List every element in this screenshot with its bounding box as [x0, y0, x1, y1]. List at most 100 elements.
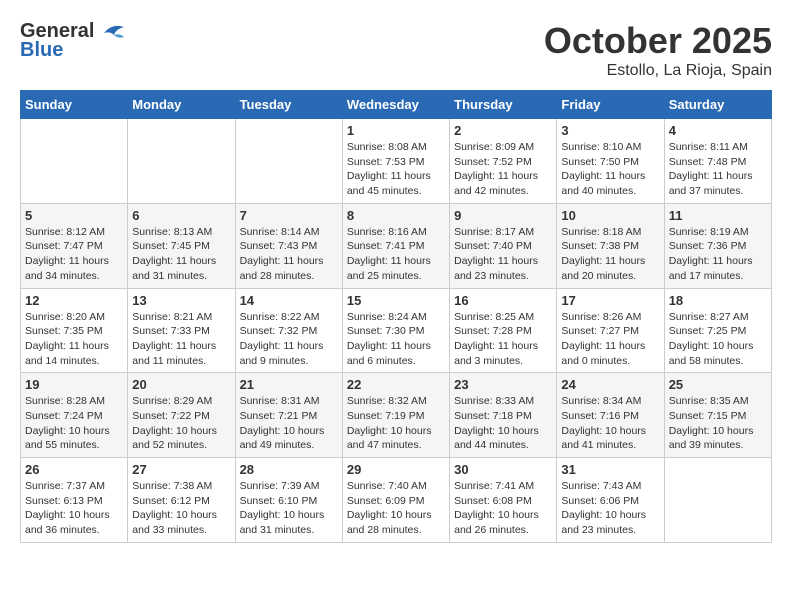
day-number: 8 — [347, 208, 445, 223]
day-number: 9 — [454, 208, 552, 223]
weekday-header-row: SundayMondayTuesdayWednesdayThursdayFrid… — [21, 91, 772, 119]
day-number: 25 — [669, 377, 767, 392]
calendar-cell: 17Sunrise: 8:26 AM Sunset: 7:27 PM Dayli… — [557, 288, 664, 373]
calendar-cell: 18 Sunrise: 8:27 AM Sunset: 7:25 PM Dayli… — [664, 288, 771, 373]
calendar-cell: 11 Sunrise: 8:19 AM Sunset: 7:36 PM Dayli… — [664, 203, 771, 288]
day-number: 31 — [561, 462, 659, 477]
day-number: 24 — [561, 377, 659, 392]
day-info: Sunrise: 8:21 AM Sunset: 7:33 PM Dayligh… — [132, 310, 230, 369]
calendar-week-row: 12 Sunrise: 8:20 AM Sunset: 7:35 PM Dayli… — [21, 288, 772, 373]
calendar-cell: 9 Sunrise: 8:17 AM Sunset: 7:40 PM Daylig… — [450, 203, 557, 288]
calendar-cell: 31 Sunrise: 7:43 AM Sunset: 6:06 PM Dayli… — [557, 458, 664, 543]
day-number: 28 — [240, 462, 338, 477]
day-number: 6 — [132, 208, 230, 223]
day-info: Sunrise: 8:24 AM Sunset: 7:30 PM Dayligh… — [347, 310, 445, 369]
calendar-cell: 22 Sunrise: 8:32 AM Sunset: 7:19 PM Dayli… — [342, 373, 449, 458]
calendar-cell: 27Sunrise: 7:38 AM Sunset: 6:12 PM Dayli… — [128, 458, 235, 543]
day-number: 7 — [240, 208, 338, 223]
day-info: Sunrise: 7:37 AM Sunset: 6:13 PM Dayligh… — [25, 479, 123, 538]
day-number: 26 — [25, 462, 123, 477]
calendar-week-row: 19 Sunrise: 8:28 AM Sunset: 7:24 PM Dayli… — [21, 373, 772, 458]
day-info: Sunrise: 8:09 AM Sunset: 7:52 PM Dayligh… — [454, 140, 552, 199]
weekday-header: Monday — [128, 91, 235, 119]
day-info: Sunrise: 8:18 AM Sunset: 7:38 PM Dayligh… — [561, 225, 659, 284]
day-info: Sunrise: 8:11 AM Sunset: 7:48 PM Dayligh… — [669, 140, 767, 199]
day-info: Sunrise: 8:32 AM Sunset: 7:19 PM Dayligh… — [347, 394, 445, 453]
weekday-header: Wednesday — [342, 91, 449, 119]
weekday-header: Sunday — [21, 91, 128, 119]
day-info: Sunrise: 8:35 AM Sunset: 7:15 PM Dayligh… — [669, 394, 767, 453]
logo: General Blue — [20, 20, 128, 62]
weekday-header: Thursday — [450, 91, 557, 119]
logo-blue-text: Blue — [20, 39, 63, 62]
calendar-cell: 4 Sunrise: 8:11 AM Sunset: 7:48 PM Daylig… — [664, 119, 771, 204]
calendar-cell: 5 Sunrise: 8:12 AM Sunset: 7:47 PM Daylig… — [21, 203, 128, 288]
calendar-table: SundayMondayTuesdayWednesdayThursdayFrid… — [20, 90, 772, 543]
day-info: Sunrise: 8:34 AM Sunset: 7:16 PM Dayligh… — [561, 394, 659, 453]
day-info: Sunrise: 8:25 AM Sunset: 7:28 PM Dayligh… — [454, 310, 552, 369]
calendar-cell — [664, 458, 771, 543]
day-info: Sunrise: 8:14 AM Sunset: 7:43 PM Dayligh… — [240, 225, 338, 284]
day-number: 14 — [240, 293, 338, 308]
title-block: October 2025 Estollo, La Rioja, Spain — [544, 20, 772, 80]
day-info: Sunrise: 8:19 AM Sunset: 7:36 PM Dayligh… — [669, 225, 767, 284]
day-info: Sunrise: 8:17 AM Sunset: 7:40 PM Dayligh… — [454, 225, 552, 284]
day-info: Sunrise: 7:43 AM Sunset: 6:06 PM Dayligh… — [561, 479, 659, 538]
day-info: Sunrise: 8:13 AM Sunset: 7:45 PM Dayligh… — [132, 225, 230, 284]
day-info: Sunrise: 8:10 AM Sunset: 7:50 PM Dayligh… — [561, 140, 659, 199]
calendar-cell: 19 Sunrise: 8:28 AM Sunset: 7:24 PM Dayli… — [21, 373, 128, 458]
day-info: Sunrise: 8:28 AM Sunset: 7:24 PM Dayligh… — [25, 394, 123, 453]
day-number: 27 — [132, 462, 230, 477]
calendar-cell: 30Sunrise: 7:41 AM Sunset: 6:08 PM Dayli… — [450, 458, 557, 543]
calendar-cell: 16Sunrise: 8:25 AM Sunset: 7:28 PM Dayli… — [450, 288, 557, 373]
day-number: 15 — [347, 293, 445, 308]
calendar-cell — [21, 119, 128, 204]
day-info: Sunrise: 8:08 AM Sunset: 7:53 PM Dayligh… — [347, 140, 445, 199]
calendar-cell: 23 Sunrise: 8:33 AM Sunset: 7:18 PM Dayli… — [450, 373, 557, 458]
calendar-cell: 20Sunrise: 8:29 AM Sunset: 7:22 PM Dayli… — [128, 373, 235, 458]
calendar-cell: 6 Sunrise: 8:13 AM Sunset: 7:45 PM Daylig… — [128, 203, 235, 288]
day-number: 22 — [347, 377, 445, 392]
calendar-cell: 10Sunrise: 8:18 AM Sunset: 7:38 PM Dayli… — [557, 203, 664, 288]
day-number: 30 — [454, 462, 552, 477]
calendar-cell: 21Sunrise: 8:31 AM Sunset: 7:21 PM Dayli… — [235, 373, 342, 458]
calendar-cell — [235, 119, 342, 204]
day-number: 12 — [25, 293, 123, 308]
day-info: Sunrise: 8:29 AM Sunset: 7:22 PM Dayligh… — [132, 394, 230, 453]
page-header: General Blue October 2025 Estollo, La Ri… — [20, 20, 772, 80]
calendar-cell: 12 Sunrise: 8:20 AM Sunset: 7:35 PM Dayli… — [21, 288, 128, 373]
month-title: October 2025 — [544, 20, 772, 62]
day-info: Sunrise: 8:20 AM Sunset: 7:35 PM Dayligh… — [25, 310, 123, 369]
day-number: 19 — [25, 377, 123, 392]
day-number: 29 — [347, 462, 445, 477]
calendar-cell — [128, 119, 235, 204]
day-info: Sunrise: 8:27 AM Sunset: 7:25 PM Dayligh… — [669, 310, 767, 369]
day-number: 23 — [454, 377, 552, 392]
day-info: Sunrise: 7:40 AM Sunset: 6:09 PM Dayligh… — [347, 479, 445, 538]
calendar-cell: 1 Sunrise: 8:08 AM Sunset: 7:53 PM Daylig… — [342, 119, 449, 204]
day-number: 1 — [347, 123, 445, 138]
day-info: Sunrise: 8:26 AM Sunset: 7:27 PM Dayligh… — [561, 310, 659, 369]
day-number: 4 — [669, 123, 767, 138]
calendar-week-row: 1 Sunrise: 8:08 AM Sunset: 7:53 PM Daylig… — [21, 119, 772, 204]
weekday-header: Friday — [557, 91, 664, 119]
calendar-cell: 26 Sunrise: 7:37 AM Sunset: 6:13 PM Dayli… — [21, 458, 128, 543]
day-number: 11 — [669, 208, 767, 223]
calendar-cell: 2Sunrise: 8:09 AM Sunset: 7:52 PM Daylig… — [450, 119, 557, 204]
calendar-week-row: 5 Sunrise: 8:12 AM Sunset: 7:47 PM Daylig… — [21, 203, 772, 288]
day-number: 5 — [25, 208, 123, 223]
logo-bird-icon — [96, 21, 128, 43]
day-number: 18 — [669, 293, 767, 308]
calendar-week-row: 26 Sunrise: 7:37 AM Sunset: 6:13 PM Dayli… — [21, 458, 772, 543]
calendar-cell: 8Sunrise: 8:16 AM Sunset: 7:41 PM Daylig… — [342, 203, 449, 288]
day-info: Sunrise: 8:31 AM Sunset: 7:21 PM Dayligh… — [240, 394, 338, 453]
calendar-cell: 7 Sunrise: 8:14 AM Sunset: 7:43 PM Daylig… — [235, 203, 342, 288]
calendar-cell: 28Sunrise: 7:39 AM Sunset: 6:10 PM Dayli… — [235, 458, 342, 543]
location: Estollo, La Rioja, Spain — [544, 62, 772, 80]
day-info: Sunrise: 8:22 AM Sunset: 7:32 PM Dayligh… — [240, 310, 338, 369]
calendar-cell: 15 Sunrise: 8:24 AM Sunset: 7:30 PM Dayli… — [342, 288, 449, 373]
calendar-cell: 3Sunrise: 8:10 AM Sunset: 7:50 PM Daylig… — [557, 119, 664, 204]
day-info: Sunrise: 8:33 AM Sunset: 7:18 PM Dayligh… — [454, 394, 552, 453]
day-info: Sunrise: 8:12 AM Sunset: 7:47 PM Dayligh… — [25, 225, 123, 284]
calendar-cell: 24 Sunrise: 8:34 AM Sunset: 7:16 PM Dayli… — [557, 373, 664, 458]
